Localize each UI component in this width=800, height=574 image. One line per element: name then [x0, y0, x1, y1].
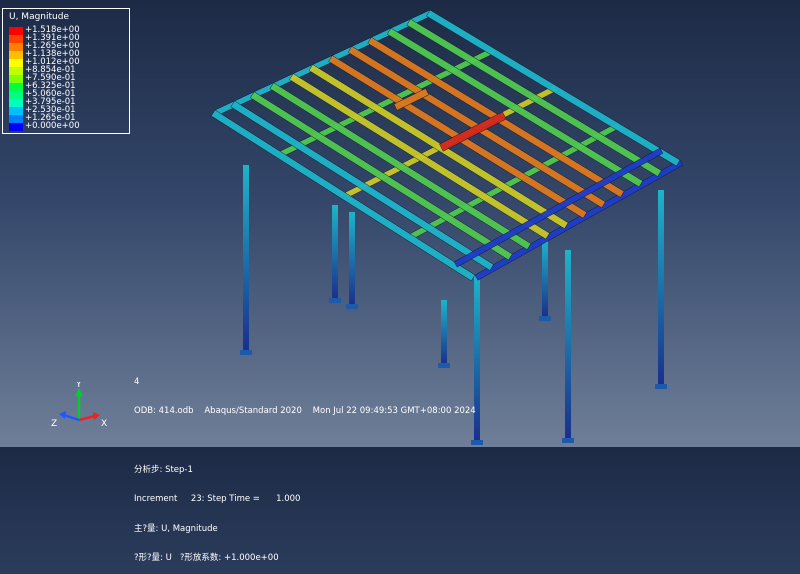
- legend-swatch: [9, 27, 23, 35]
- column-web: [658, 190, 664, 386]
- edge-girder: [453, 147, 664, 268]
- legend-swatch: [9, 35, 23, 43]
- roof-frame: [210, 9, 684, 282]
- legend-swatch: [9, 115, 23, 123]
- legend-swatch: [9, 99, 23, 107]
- main-girder: [474, 159, 684, 281]
- steel-column: [655, 190, 667, 389]
- legend-swatch: [9, 83, 23, 91]
- steel-column: [329, 205, 341, 303]
- viewport-info-text: 4 ODB: 414.odb Abaqus/Standard 2020 Mon …: [134, 358, 476, 574]
- triad-x-label: X: [101, 419, 107, 429]
- column-web: [243, 165, 249, 352]
- column-base-plate: [539, 316, 551, 321]
- column-base-plate: [240, 350, 252, 355]
- legend-swatch: [9, 107, 23, 115]
- legend-swatch: [9, 67, 23, 75]
- step-info: 分析步: Step-1: [134, 464, 193, 475]
- legend-swatch: [9, 43, 23, 51]
- steel-column: [346, 212, 358, 309]
- triad-z-axis: [63, 413, 80, 422]
- contour-legend: U, Magnitude +1.518e+00 +1.391e+00 +1.265e…: [2, 8, 130, 134]
- triad-z-label: Z: [51, 419, 57, 429]
- roof-purlin: [210, 109, 476, 282]
- legend-label: +0.000e+00: [25, 121, 80, 131]
- primary-variable-info: 主?量: U, Magnitude: [134, 523, 218, 534]
- column-base-plate: [655, 384, 667, 389]
- legend-swatch: [9, 91, 23, 99]
- legend-swatch: [9, 123, 23, 131]
- triad-y-label: Y: [75, 382, 82, 390]
- steel-column: [562, 250, 574, 443]
- triad-x-arrowhead: [93, 412, 100, 420]
- deformed-variable-info: ?形?量: U ?形放系数: +1.000e+00: [134, 552, 279, 563]
- column-web: [332, 205, 338, 300]
- triad-x-axis: [78, 414, 96, 422]
- steel-column: [539, 240, 551, 321]
- legend-swatch: [9, 51, 23, 59]
- column-base-plate: [562, 438, 574, 443]
- column-base-plate: [346, 304, 358, 309]
- legend-swatch: [9, 59, 23, 67]
- column-web: [565, 250, 571, 440]
- column-base-plate: [329, 298, 341, 303]
- frame-number: 4: [134, 376, 140, 387]
- roof-purlin: [308, 64, 569, 230]
- roof-purlin: [250, 91, 513, 261]
- main-girder: [409, 122, 621, 240]
- column-web: [349, 212, 355, 306]
- increment-info: Increment 23: Step Time = 1.000: [134, 494, 301, 505]
- triad-z-arrowhead: [59, 411, 66, 419]
- column-web: [542, 240, 548, 318]
- axis-triad: Y Z X: [51, 382, 107, 429]
- legend-title: U, Magnitude: [9, 12, 69, 22]
- steel-column: [240, 165, 252, 355]
- odb-info: ODB: 414.odb Abaqus/Standard 2020 Mon Ju…: [134, 405, 476, 416]
- legend-swatch: [9, 75, 23, 83]
- legend-entry: +0.000e+00: [9, 121, 127, 131]
- column-web: [441, 300, 447, 365]
- roof-purlin: [230, 100, 494, 271]
